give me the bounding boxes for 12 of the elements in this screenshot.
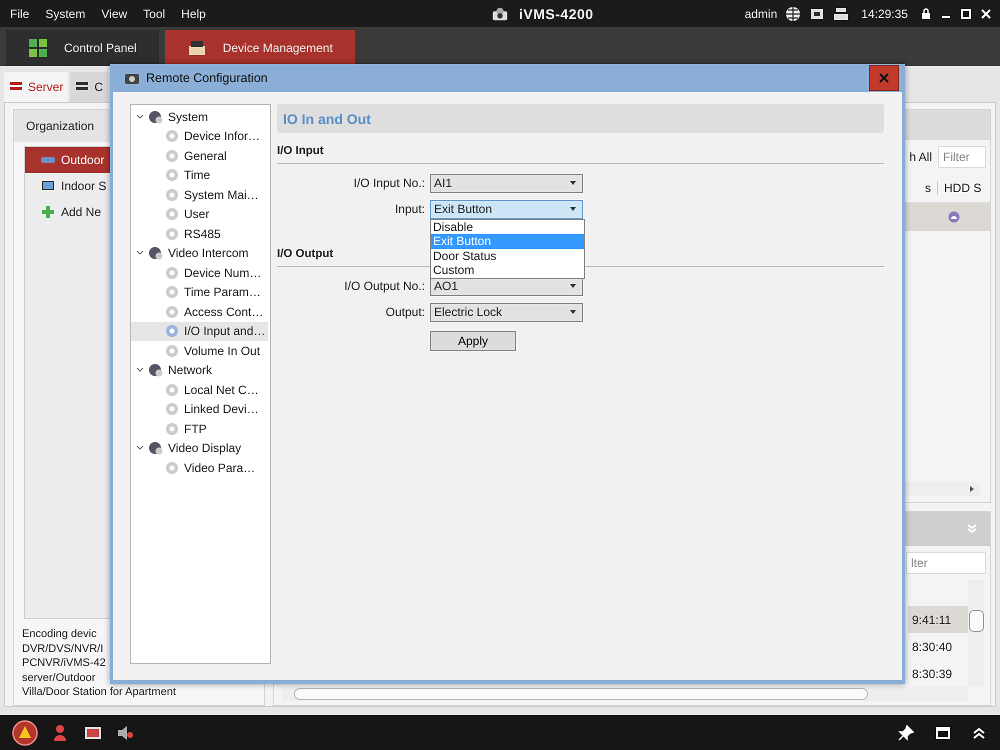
dialog-title: Remote Configuration bbox=[146, 71, 268, 85]
app-title: iVMS-4200 bbox=[519, 6, 594, 22]
field-label: I/O Input No.: bbox=[352, 176, 425, 190]
panel-title: Organization bbox=[26, 119, 94, 134]
device-description: Encoding devic DVR/DVS/NVR/I PCNVR/iVMS-42 server/Outdoor Villa/Door Station for Apartment bbox=[21, 627, 177, 700]
field-label: Output: bbox=[384, 305, 425, 319]
field-label: I/O Output No.: bbox=[343, 279, 425, 293]
clock: 14:29:35 bbox=[861, 6, 908, 21]
page-header: IO In and Out bbox=[277, 104, 884, 133]
section-title: I/O Output bbox=[277, 248, 334, 260]
field-label: Input: bbox=[394, 202, 425, 216]
section-title: I/O Input bbox=[277, 145, 324, 157]
